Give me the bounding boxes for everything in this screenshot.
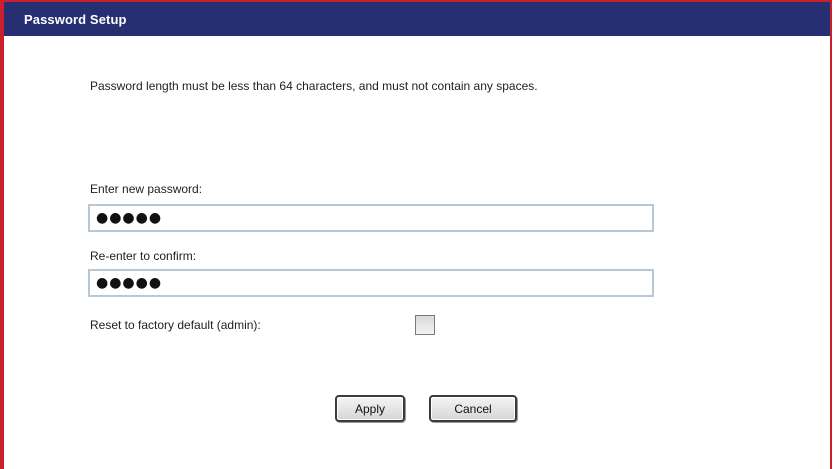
title-bar: Password Setup <box>4 2 830 36</box>
confirm-password-label: Re-enter to confirm: <box>90 249 197 263</box>
password-instructions: Password length must be less than 64 cha… <box>90 79 538 93</box>
cancel-button[interactable]: Cancel <box>429 395 517 422</box>
new-password-field[interactable]: ●●●●● <box>88 204 654 232</box>
apply-button[interactable]: Apply <box>335 395 405 422</box>
reset-default-label: Reset to factory default (admin): <box>90 318 261 332</box>
password-setup-panel: Password Setup Password length must be l… <box>0 0 832 469</box>
confirm-password-field[interactable]: ●●●●● <box>88 269 654 297</box>
new-password-label: Enter new password: <box>90 182 203 196</box>
reset-default-checkbox[interactable] <box>415 315 435 335</box>
page-title: Password Setup <box>24 11 127 27</box>
